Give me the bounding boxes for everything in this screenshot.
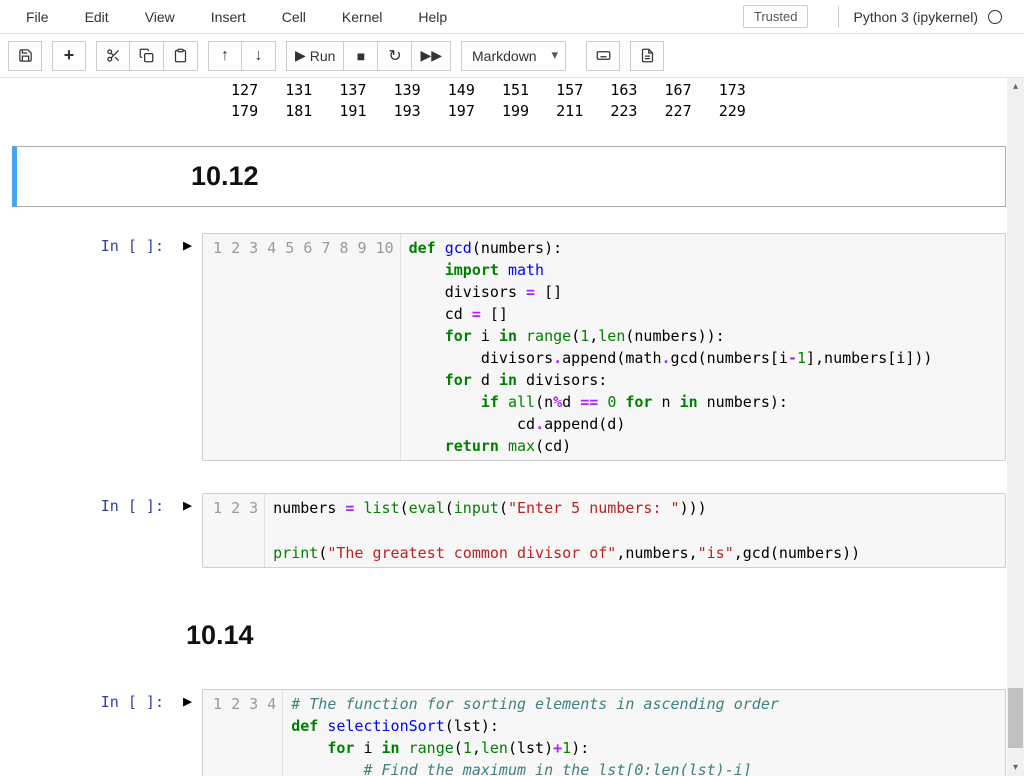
run-label: Run (310, 48, 336, 64)
cut-button[interactable] (96, 41, 130, 71)
insert-cell-button[interactable]: + (52, 41, 86, 71)
code-cell[interactable]: In [ ]: ▶ 1 2 3 4 5 6 7 8 9 10 def gcd(n… (12, 229, 1006, 465)
menu-insert[interactable]: Insert (193, 3, 264, 31)
heading-1012: 10.12 (191, 161, 991, 192)
plus-icon: + (64, 45, 75, 66)
scroll-up-icon[interactable]: ▴ (1007, 78, 1024, 95)
markdown-cell-selected[interactable]: 10.12 (12, 146, 1006, 207)
markdown-cell[interactable]: 10.14 (12, 612, 1006, 659)
paste-icon (173, 48, 188, 63)
run-cell-icon[interactable]: ▶ (183, 692, 192, 710)
prompt-area (17, 151, 177, 202)
line-gutter: 1 2 3 4 5 6 7 8 9 10 (203, 234, 401, 460)
code-cell[interactable]: In [ ]: ▶ 1 2 3 numbers = list(eval(inpu… (12, 489, 1006, 571)
prompt-in: In [ ]: ▶ (12, 233, 172, 461)
cut-icon (106, 48, 121, 63)
scrollbar-thumb[interactable] (1008, 688, 1023, 748)
copy-button[interactable] (130, 41, 164, 71)
prompt-in: In [ ]: ▶ (12, 493, 172, 567)
run-cell-icon[interactable]: ▶ (183, 236, 192, 254)
output-text: 127 131 137 139 149 151 157 163 167 173 (222, 80, 1024, 101)
kernel-name[interactable]: Python 3 (ipykernel) (838, 6, 1016, 28)
stop-icon: ■ (357, 48, 365, 64)
markdown-body[interactable]: 10.14 (172, 612, 1006, 659)
arrow-up-icon: ↑ (221, 47, 229, 65)
scrollbar-track[interactable]: ▴ ▾ (1007, 78, 1024, 776)
run-button[interactable]: ▶ Run (286, 41, 344, 71)
menu-view[interactable]: View (127, 3, 193, 31)
code-cell[interactable]: In [ ]: ▶ 1 2 3 4 # The function for sor… (12, 685, 1006, 776)
paste-button[interactable] (164, 41, 198, 71)
menu-cell[interactable]: Cell (264, 3, 324, 31)
scroll-down-icon[interactable]: ▾ (1007, 759, 1024, 776)
save-icon (18, 48, 33, 63)
fast-forward-icon: ▶▶ (420, 47, 442, 64)
code-editor[interactable]: 1 2 3 4 # The function for sorting eleme… (202, 689, 1006, 776)
prompt-in: In [ ]: ▶ (12, 689, 172, 776)
toc-button[interactable] (630, 41, 664, 71)
prompt-area (12, 612, 172, 659)
output-text: 179 181 191 193 197 199 211 223 227 229 (222, 101, 1024, 122)
line-gutter: 1 2 3 4 (203, 690, 283, 776)
keyboard-icon (596, 48, 611, 63)
restart-icon: ↻ (388, 46, 401, 66)
interrupt-button[interactable]: ■ (344, 41, 378, 71)
code-text[interactable]: def gcd(numbers): import math divisors =… (401, 234, 941, 460)
trusted-indicator[interactable]: Trusted (743, 5, 809, 28)
line-gutter: 1 2 3 (203, 494, 265, 566)
menu-kernel[interactable]: Kernel (324, 3, 400, 31)
move-down-button[interactable]: ↓ (242, 41, 276, 71)
document-icon (640, 48, 655, 63)
kernel-status-icon (988, 10, 1002, 24)
copy-icon (139, 48, 154, 63)
menu-file[interactable]: File (8, 3, 67, 31)
move-up-button[interactable]: ↑ (208, 41, 242, 71)
code-text[interactable]: # The function for sorting elements in a… (283, 690, 787, 776)
menu-edit[interactable]: Edit (67, 3, 127, 31)
toolbar: + ↑ ↓ ▶ Run ■ ↻ ▶▶ Markdown (0, 34, 1024, 78)
markdown-body[interactable]: 10.12 (177, 151, 1005, 202)
restart-run-all-button[interactable]: ▶▶ (412, 41, 451, 71)
run-cell-icon[interactable]: ▶ (183, 496, 192, 514)
kernel-label: Python 3 (ipykernel) (853, 9, 978, 25)
restart-button[interactable]: ↻ (378, 41, 412, 71)
cell-type-select[interactable]: Markdown (461, 41, 566, 71)
play-icon: ▶ (295, 47, 306, 64)
heading-1014: 10.14 (186, 620, 992, 651)
command-palette-button[interactable] (586, 41, 620, 71)
code-text[interactable]: numbers = list(eval(input("Enter 5 numbe… (265, 494, 868, 566)
notebook-container[interactable]: 127 131 137 139 149 151 157 163 167 173 … (0, 78, 1024, 776)
code-editor[interactable]: 1 2 3 numbers = list(eval(input("Enter 5… (202, 493, 1006, 567)
menu-help[interactable]: Help (400, 3, 465, 31)
menubar: File Edit View Insert Cell Kernel Help T… (0, 0, 1024, 34)
save-button[interactable] (8, 41, 42, 71)
arrow-down-icon: ↓ (255, 47, 263, 65)
code-editor[interactable]: 1 2 3 4 5 6 7 8 9 10 def gcd(numbers): i… (202, 233, 1006, 461)
